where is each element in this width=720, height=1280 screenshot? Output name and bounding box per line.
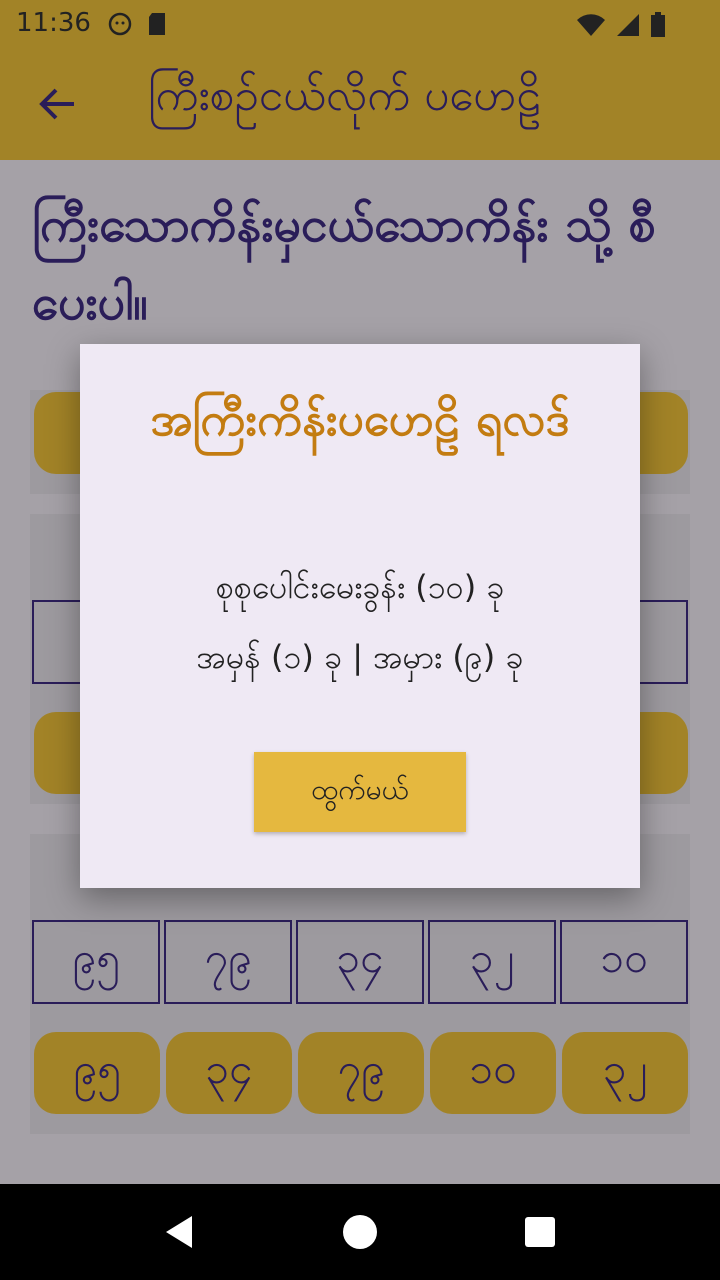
nav-recents-button[interactable] (508, 1200, 572, 1264)
result-title: အကြီးကိန်းပဟေဠိ ရလဒ် (150, 392, 570, 446)
score-text: အမှန် (၁) ခု | အမှား (၉) ခု (196, 638, 524, 676)
navigation-bar (0, 1184, 720, 1280)
result-dialog: အကြီးကိန်းပဟေဠိ ရလဒ် စုစုပေါင်းမေးခွန်း … (80, 344, 640, 888)
total-questions-text: စုစုပေါင်းမေးခွန်း (၁၀) ခု (215, 568, 505, 606)
nav-back-icon (166, 1216, 192, 1248)
nav-back-button[interactable] (148, 1200, 212, 1264)
exit-button[interactable]: ထွက်မယ် (254, 752, 466, 832)
nav-home-icon (343, 1215, 377, 1249)
nav-home-button[interactable] (328, 1200, 392, 1264)
nav-recents-icon (525, 1217, 555, 1247)
